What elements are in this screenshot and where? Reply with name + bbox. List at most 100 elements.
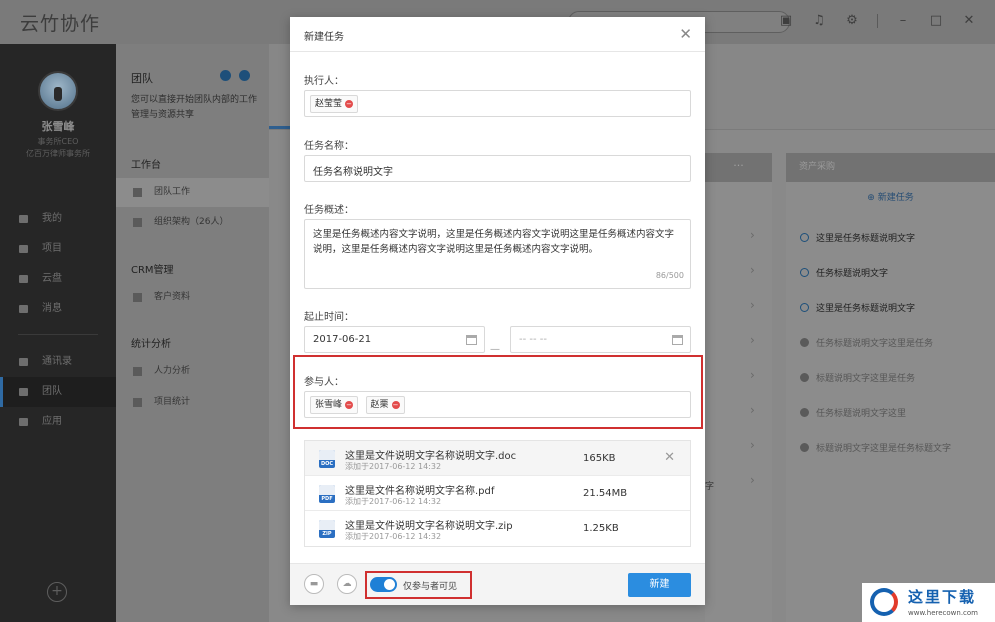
flag-icon — [19, 388, 28, 396]
check-circle-icon[interactable] — [800, 443, 809, 452]
app-title: 云竹协作 — [20, 13, 101, 35]
settings-icon[interactable] — [220, 70, 231, 81]
square-icon — [133, 398, 142, 407]
nav-item-projects[interactable]: 项目 — [0, 234, 116, 264]
executor-tag[interactable]: 赵莹莹 − — [310, 95, 359, 113]
square-icon — [133, 218, 142, 227]
task-item-done[interactable]: 任务标题说明文字这里是任务 — [800, 336, 990, 349]
team-actions — [220, 70, 250, 81]
subnav-item-team-work[interactable]: 团队工作 — [116, 178, 269, 207]
check-circle-icon[interactable] — [800, 408, 809, 417]
calendar-icon[interactable] — [672, 335, 683, 345]
user-role: 事务所CEO — [37, 137, 79, 146]
watermark: 这里下载 www.herecown.com — [862, 583, 995, 622]
participant-tag[interactable]: 张雪峰 − — [310, 396, 359, 414]
circle-icon[interactable] — [800, 303, 809, 312]
nav-item-contacts[interactable]: 通讯录 — [0, 347, 116, 377]
add-member-icon[interactable] — [239, 70, 250, 81]
start-date-input[interactable]: 2017-06-21 — [304, 326, 485, 353]
remove-icon[interactable]: − — [345, 100, 354, 108]
divider — [877, 14, 878, 28]
column-more-button[interactable]: ··· — [705, 153, 772, 182]
doc-file-icon: DOC — [319, 450, 335, 468]
subnav-item-customers[interactable]: 客户资料 — [116, 283, 269, 312]
left-nav: 张雪峰 事务所CEO 亿百万律师事务所 我的 项目 云盘 消息 通讯录 团队 应… — [0, 44, 116, 622]
end-date-input[interactable]: -- -- -- — [510, 326, 691, 353]
executor-field[interactable]: 赵莹莹 − — [304, 90, 691, 117]
briefcase-icon[interactable]: ▣ — [778, 13, 794, 29]
file-row[interactable]: ZIP 这里是文件说明文字名称说明文字.zip 添加于2017-06-12 14… — [305, 511, 690, 546]
close-icon[interactable]: ✕ — [679, 25, 692, 43]
subnav-item-hr-analysis[interactable]: 人力分析 — [116, 357, 269, 386]
chevron-right-icon[interactable]: › — [750, 263, 755, 277]
file-row[interactable]: DOC 这里是文件说明文字名称说明文字.doc 添加于2017-06-12 14… — [305, 441, 690, 476]
participant-tag[interactable]: 赵栗 − — [365, 396, 405, 414]
close-window-icon[interactable]: ✕ — [961, 13, 977, 29]
task-item-done[interactable]: 任务标题说明文字这里 — [800, 406, 990, 419]
subnav-item-org[interactable]: 组织架构（26人） — [116, 208, 269, 237]
column-title: 资产采购 — [786, 153, 995, 182]
calendar-icon[interactable] — [466, 335, 477, 345]
circle-icon[interactable] — [800, 233, 809, 242]
maximize-icon[interactable]: □ — [928, 13, 944, 29]
visibility-label: 仅参与者可见 — [403, 582, 458, 592]
chevron-right-icon[interactable]: › — [750, 333, 755, 347]
cloud-icon — [19, 275, 28, 283]
participants-label: 参与人： — [304, 377, 344, 388]
chevron-right-icon[interactable]: › — [750, 438, 755, 452]
remove-file-icon[interactable]: ✕ — [664, 450, 675, 465]
nav-item-messages[interactable]: 消息 — [0, 294, 116, 324]
bell-icon[interactable]: ♫ — [811, 13, 827, 29]
user-name: 张雪峰 — [41, 120, 75, 133]
task-item[interactable]: 任务标题说明文字 — [800, 266, 990, 279]
gear-icon[interactable]: ⚙ — [844, 13, 860, 29]
dialog-title: 新建任务 — [304, 32, 344, 43]
participants-field[interactable]: 张雪峰 − 赵栗 − — [304, 391, 691, 418]
circle-icon[interactable] — [800, 268, 809, 277]
chevron-right-icon[interactable]: › — [750, 368, 755, 382]
window-controls: ▣ ♫ ⚙ – □ ✕ — [778, 13, 977, 29]
summary-label: 任务概述： — [304, 205, 354, 216]
project-icon — [19, 245, 28, 253]
minimize-icon[interactable]: – — [895, 13, 911, 29]
add-task-button[interactable]: ⊕ 新建任务 — [786, 190, 995, 203]
task-column-left: 字 — [705, 182, 772, 622]
new-task-dialog: 新建任务 ✕ 执行人： 赵莹莹 − 任务名称： 任务名称说明文字 任务概述： 这里… — [290, 17, 705, 605]
task-item-done[interactable]: 标题说明文字这里是任务 — [800, 371, 990, 384]
check-circle-icon[interactable] — [800, 338, 809, 347]
cloud-upload-icon[interactable]: ☁ — [337, 574, 357, 594]
add-icon[interactable]: + — [47, 582, 67, 602]
create-button[interactable]: 新建 — [628, 573, 691, 597]
section-workbench: 工作台 — [131, 160, 161, 171]
chevron-right-icon[interactable]: › — [750, 298, 755, 312]
remove-icon[interactable]: − — [391, 401, 400, 409]
zip-file-icon: ZIP — [319, 520, 335, 538]
section-stats: 统计分析 — [131, 339, 171, 350]
nav-divider — [18, 334, 98, 335]
nav-item-team[interactable]: 团队 — [0, 377, 116, 407]
subnav-item-project-stats[interactable]: 项目统计 — [116, 388, 269, 417]
task-column-assets: 资产采购 ⊕ 新建任务 这里是任务标题说明文字 任务标题说明文字 这里是任务标题… — [786, 153, 995, 622]
check-circle-icon[interactable] — [800, 373, 809, 382]
visibility-toggle[interactable] — [370, 577, 397, 592]
task-item[interactable]: 这里是任务标题说明文字 — [800, 301, 990, 314]
chevron-right-icon[interactable]: › — [750, 403, 755, 417]
folder-icon[interactable]: ▬ — [304, 574, 324, 594]
file-row[interactable]: PDF 这里是文件名称说明文字名称.pdf 添加于2017-06-12 14:3… — [305, 476, 690, 511]
summary-textarea[interactable]: 这里是任务概述内容文字说明，这里是任务概述内容文字说明这里是任务概述内容文字说明… — [304, 219, 691, 289]
nav-item-apps[interactable]: 应用 — [0, 407, 116, 437]
task-name-input[interactable]: 任务名称说明文字 — [304, 155, 691, 182]
task-item[interactable]: 这里是任务标题说明文字 — [800, 231, 990, 244]
pdf-file-icon: PDF — [319, 485, 335, 503]
active-tab-indicator — [269, 126, 291, 129]
chevron-right-icon[interactable]: › — [750, 228, 755, 242]
remove-icon[interactable]: − — [345, 401, 354, 409]
nav-item-mine[interactable]: 我的 — [0, 204, 116, 234]
avatar[interactable] — [38, 71, 78, 111]
watermark-url: www.herecown.com — [908, 609, 978, 617]
task-item-done[interactable]: 标题说明文字这里是任务标题文字 — [800, 441, 990, 454]
attachment-list: DOC 这里是文件说明文字名称说明文字.doc 添加于2017-06-12 14… — [304, 440, 691, 547]
nav-item-cloud[interactable]: 云盘 — [0, 264, 116, 294]
chevron-right-icon[interactable]: › — [750, 473, 755, 487]
section-crm: CRM管理 — [131, 265, 174, 276]
